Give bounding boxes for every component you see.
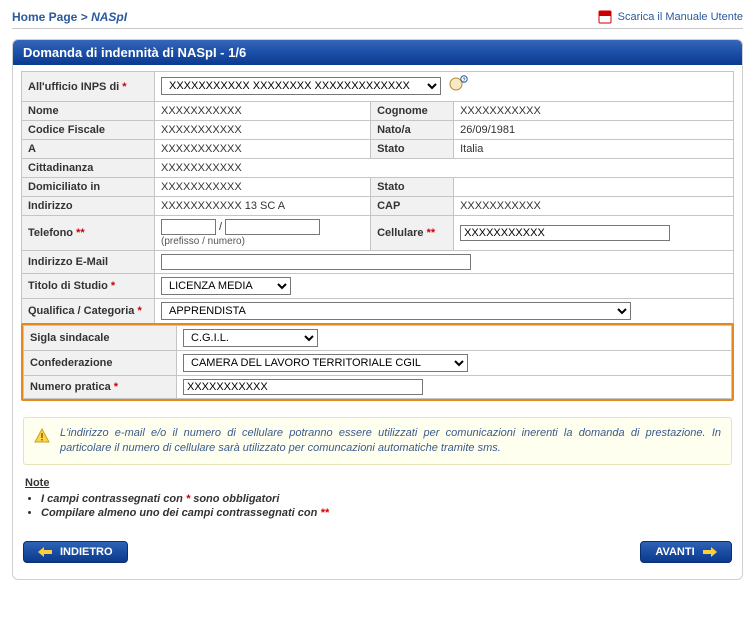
value-cognome: XXXXXXXXXXX: [454, 102, 734, 121]
label-cittadinanza: Cittadinanza: [22, 159, 155, 178]
tel-hint: (prefisso / numero): [161, 236, 245, 247]
value-cittadinanza: XXXXXXXXXXX: [155, 159, 734, 178]
label-cap: CAP: [371, 197, 454, 216]
label-stato2: Stato: [371, 178, 454, 197]
confederazione-select[interactable]: CAMERA DEL LAVORO TERRITORIALE CGIL: [183, 354, 468, 372]
arrow-right-icon: [703, 547, 717, 557]
email-input[interactable]: [161, 254, 471, 270]
help-icon[interactable]: ?: [448, 75, 470, 98]
arrow-left-icon: [38, 547, 52, 557]
breadcrumb-current: NASpI: [91, 10, 127, 24]
label-numero-pratica: Numero pratica *: [24, 376, 177, 399]
label-ufficio: All'ufficio INPS di *: [22, 72, 155, 102]
value-a: XXXXXXXXXXX: [155, 140, 371, 159]
download-manual-link[interactable]: Scarica il Manuale Utente: [598, 10, 743, 24]
notes-list: I campi contrassegnati con * sono obblig…: [41, 493, 742, 519]
label-qualifica: Qualifica / Categoria *: [22, 299, 155, 324]
label-nome: Nome: [22, 102, 155, 121]
info-box: L'indirizzo e-mail e/o il numero di cell…: [23, 417, 732, 465]
label-sigla: Sigla sindacale: [24, 326, 177, 351]
label-indirizzo: Indirizzo: [22, 197, 155, 216]
form-grid: All'ufficio INPS di * XXXXXXXXXXX XXXXXX…: [21, 71, 734, 324]
next-button[interactable]: AVANTI: [640, 541, 732, 563]
label-domiciliato: Domiciliato in: [22, 178, 155, 197]
tel-number-input[interactable]: [225, 219, 320, 235]
note-item: I campi contrassegnati con * sono obblig…: [41, 493, 742, 505]
sigla-select[interactable]: C.G.I.L.: [183, 329, 318, 347]
breadcrumb-home[interactable]: Home Page: [12, 10, 77, 24]
value-cap: XXXXXXXXXXX: [454, 197, 734, 216]
note-item: Compilare almeno uno dei campi contrasse…: [41, 507, 742, 519]
label-nato: Nato/a: [371, 121, 454, 140]
label-cellulare: Cellulare **: [371, 216, 454, 251]
cellulare-input[interactable]: [460, 225, 670, 241]
value-stato: Italia: [454, 140, 734, 159]
value-nome: XXXXXXXXXXX: [155, 102, 371, 121]
titolo-studio-select[interactable]: LICENZA MEDIA: [161, 277, 291, 295]
panel-title: Domanda di indennità di NASpI - 1/6: [13, 40, 742, 65]
tel-prefix-input[interactable]: [161, 219, 216, 235]
qualifica-select[interactable]: APPRENDISTA: [161, 302, 631, 320]
notes-heading: Note: [25, 477, 742, 489]
ufficio-select[interactable]: XXXXXXXXXXX XXXXXXXX XXXXXXXXXXXXX: [161, 77, 441, 95]
back-button[interactable]: INDIETRO: [23, 541, 128, 563]
svg-text:?: ?: [463, 78, 466, 84]
label-email: Indirizzo E-Mail: [22, 251, 155, 274]
value-nato: 26/09/1981: [454, 121, 734, 140]
back-button-label: INDIETRO: [60, 546, 113, 558]
download-manual-label: Scarica il Manuale Utente: [618, 11, 743, 23]
info-text: L'indirizzo e-mail e/o il numero di cell…: [60, 426, 721, 456]
label-telefono: Telefono **: [22, 216, 155, 251]
label-cf: Codice Fiscale: [22, 121, 155, 140]
value-domiciliato: XXXXXXXXXXX: [155, 178, 371, 197]
pdf-icon: [598, 10, 612, 24]
label-a: A: [22, 140, 155, 159]
warning-icon: [34, 428, 50, 444]
next-button-label: AVANTI: [655, 546, 694, 558]
value-indirizzo: XXXXXXXXXXX 13 SC A: [155, 197, 371, 216]
divider: [12, 28, 743, 29]
form-panel: Domanda di indennità di NASpI - 1/6 All'…: [12, 39, 743, 580]
highlight-box: Sigla sindacale C.G.I.L. Confederazione …: [21, 323, 734, 401]
label-confederazione: Confederazione: [24, 351, 177, 376]
label-stato: Stato: [371, 140, 454, 159]
value-cf: XXXXXXXXXXX: [155, 121, 371, 140]
numero-pratica-input[interactable]: [183, 379, 423, 395]
label-titolo-studio: Titolo di Studio *: [22, 274, 155, 299]
value-stato2: [454, 178, 734, 197]
label-cognome: Cognome: [371, 102, 454, 121]
